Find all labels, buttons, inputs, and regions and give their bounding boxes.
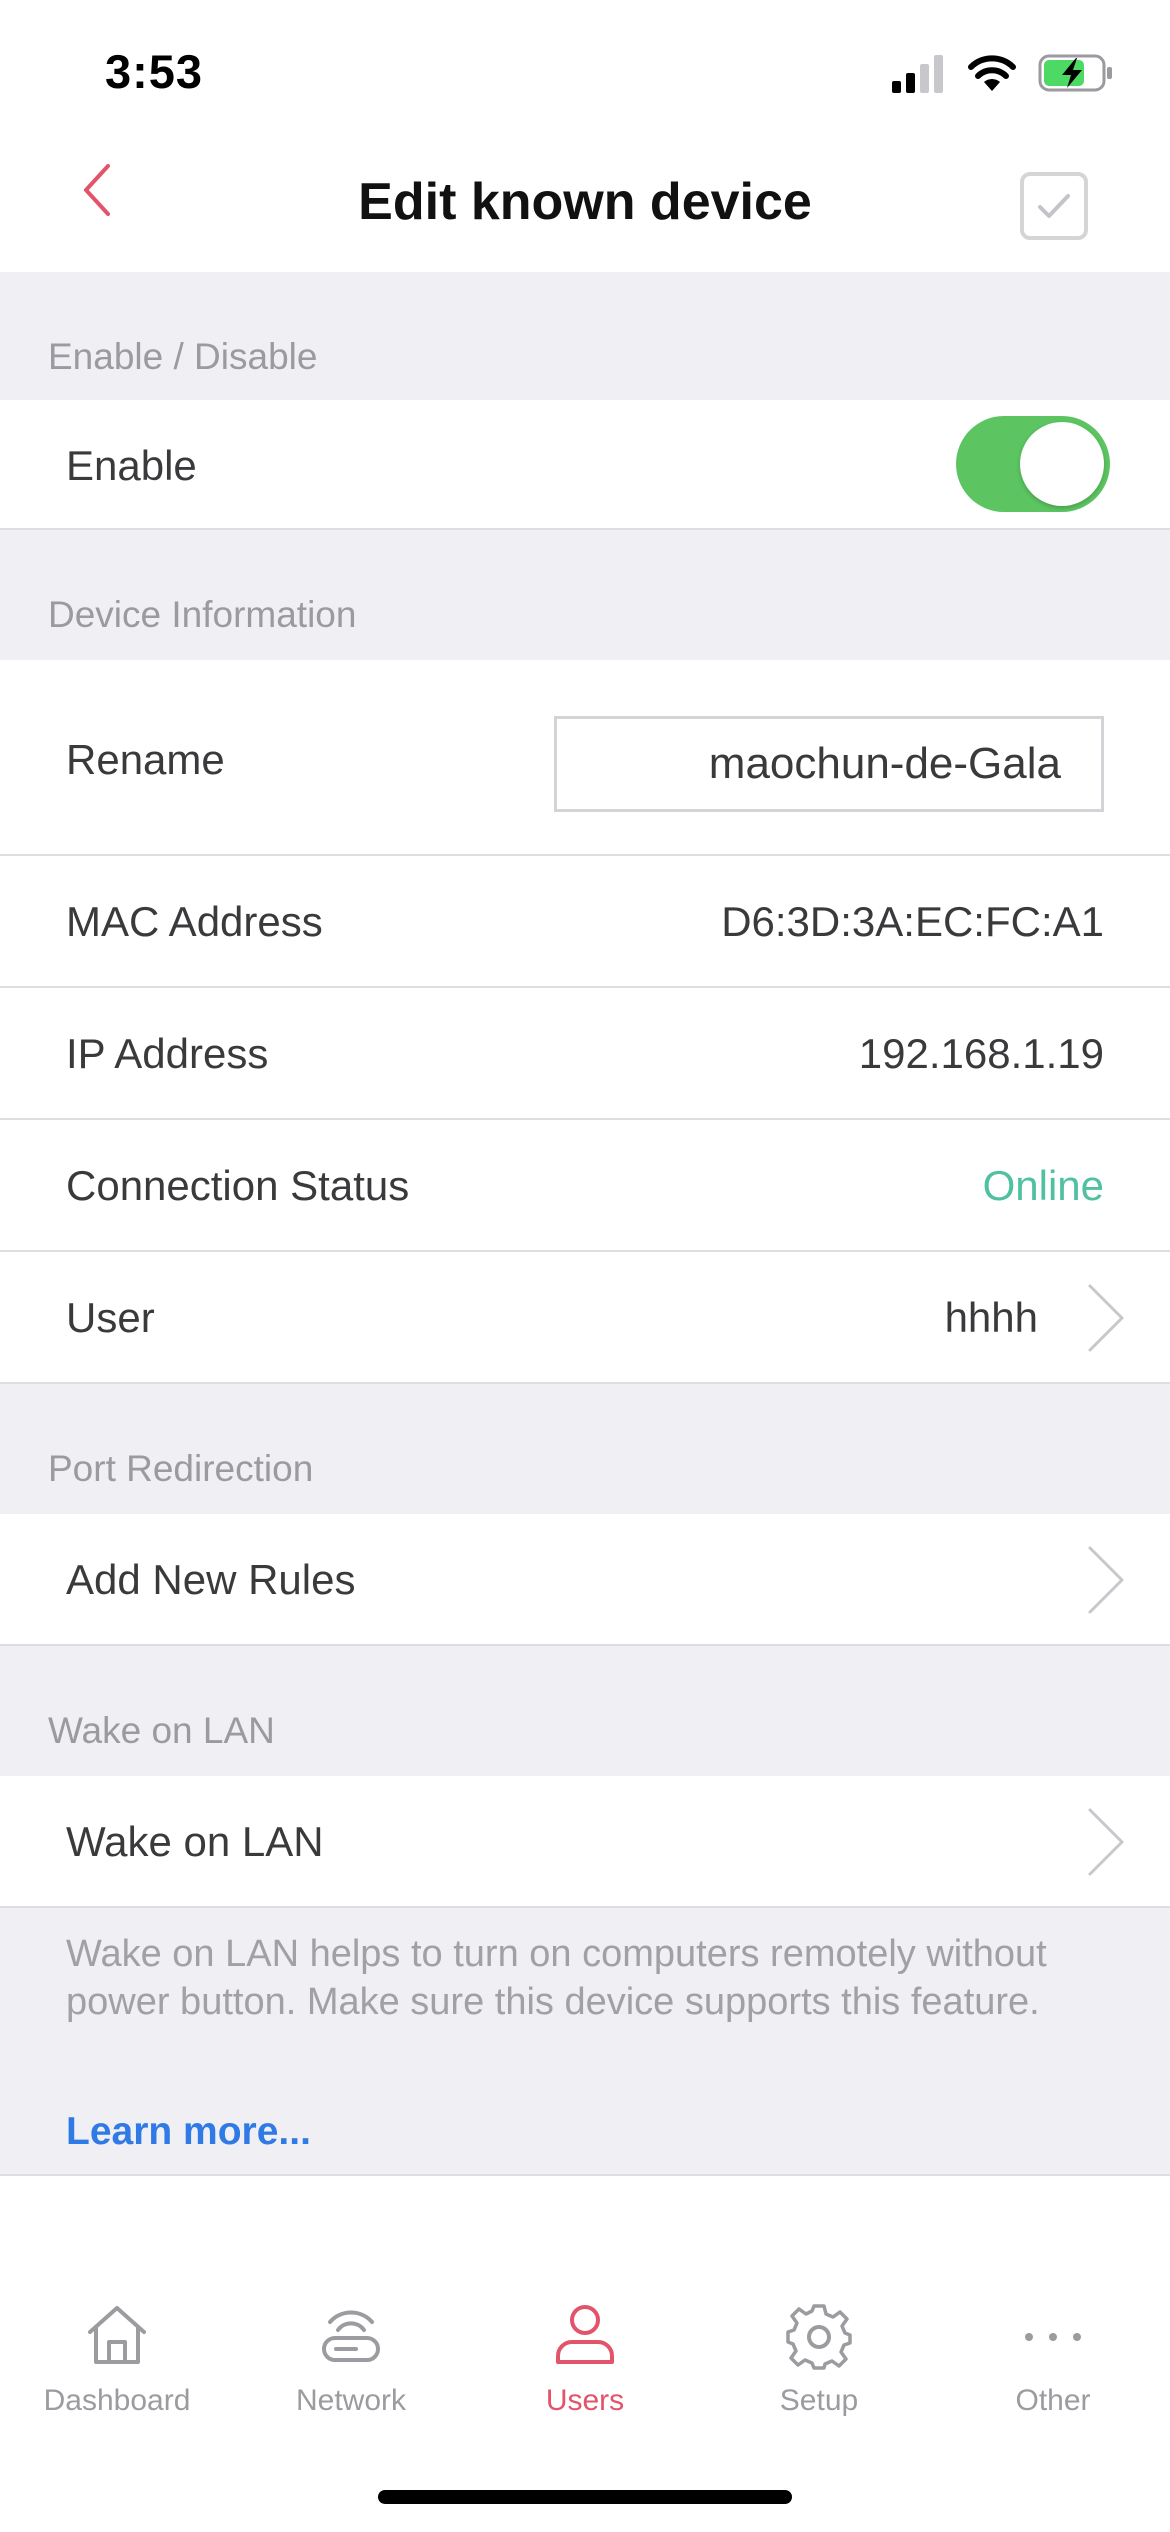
tab-users[interactable]: Users [468,2300,702,2418]
learn-more-link[interactable]: Learn more... [66,2110,311,2154]
wol-description: Wake on LAN helps to turn on computers r… [66,1933,1047,2023]
page-title: Edit known device [358,173,812,231]
rename-row: Rename [0,660,1170,856]
signal-icon [892,55,943,93]
home-indicator [378,2490,792,2504]
router-icon [322,2310,380,2362]
connection-status-value: Online [982,1162,1104,1209]
add-new-rules-row[interactable]: Add New Rules [0,1514,1170,1646]
ip-row: IP Address 192.168.1.19 [0,988,1170,1120]
gear-icon [786,2304,852,2370]
tab-label: Network [295,2384,407,2417]
tab-label: Other [1015,2384,1091,2417]
ip-label: IP Address [66,1030,269,1077]
section-label-port-redirection: Port Redirection [48,1448,314,1489]
enable-row: Enable [0,400,1170,530]
connection-status-row: Connection Status Online [0,1120,1170,1252]
rename-label: Rename [66,736,225,783]
mac-value: D6:3D:3A:EC:FC:A1 [721,898,1104,945]
user-label: User [66,1294,155,1341]
battery-charging-icon [1038,54,1112,92]
user-icon [556,2305,614,2364]
home-icon [88,2306,146,2364]
tab-dashboard[interactable]: Dashboard [0,2300,234,2418]
tab-network[interactable]: Network [234,2300,468,2418]
ip-value: 192.168.1.19 [858,1030,1104,1077]
user-row[interactable]: User hhhh [0,1252,1170,1384]
save-button[interactable] [1020,172,1088,240]
status-time: 3:53 [105,45,204,98]
tab-other[interactable]: Other [936,2300,1170,2418]
chevron-right-icon [1088,1808,1124,1876]
wake-on-lan-label: Wake on LAN [66,1818,324,1865]
tab-label: Setup [779,2384,859,2417]
toggle-knob [1020,422,1104,506]
enable-label: Enable [66,442,197,489]
mac-row: MAC Address D6:3D:3A:EC:FC:A1 [0,856,1170,988]
more-icon [1025,2333,1081,2341]
chevron-right-icon [1088,1546,1124,1614]
tab-label: Dashboard [43,2384,191,2417]
section-label-enable: Enable / Disable [48,336,318,377]
status-icons [890,48,1114,98]
wifi-icon [968,55,1016,91]
rename-input[interactable] [554,716,1104,812]
section-label-device-info: Device Information [48,594,357,635]
mac-label: MAC Address [66,898,323,945]
section-label-wake-on-lan: Wake on LAN [48,1710,275,1751]
connection-status-label: Connection Status [66,1162,410,1209]
user-value: hhhh [944,1294,1038,1341]
tab-setup[interactable]: Setup [702,2300,936,2418]
tab-label: Users [545,2384,625,2417]
add-new-rules-label: Add New Rules [66,1556,356,1603]
chevron-right-icon [1088,1284,1124,1352]
wake-on-lan-row[interactable]: Wake on LAN [0,1776,1170,1908]
check-icon [1038,194,1070,218]
enable-toggle[interactable] [956,416,1110,512]
